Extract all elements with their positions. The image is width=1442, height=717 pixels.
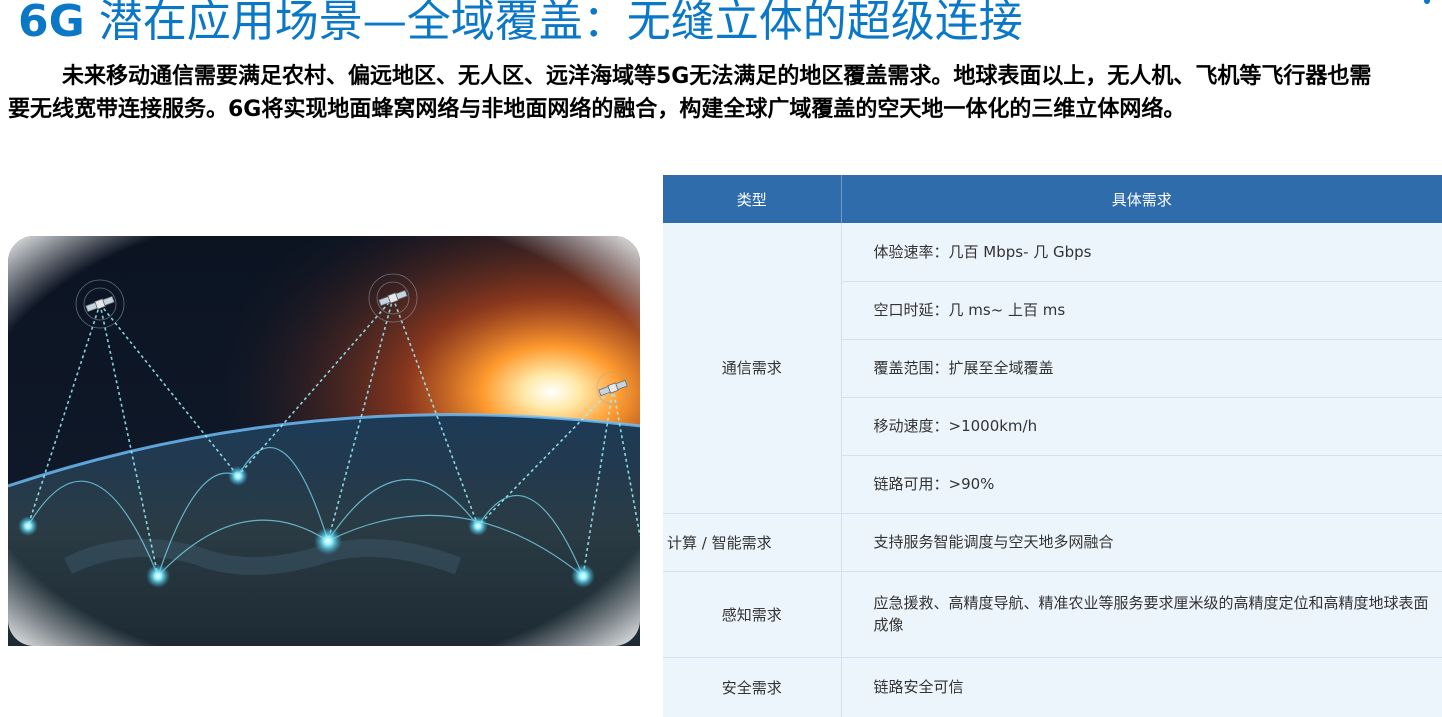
requirement-cell: 链路安全可信 bbox=[841, 657, 1442, 717]
table-header-row: 类型 具体需求 bbox=[663, 175, 1442, 223]
satellite-earth-image bbox=[8, 236, 640, 646]
decorative-dot bbox=[1424, 0, 1430, 4]
table-row: 通信需求 体验速率：几百 Mbps- 几 Gbps bbox=[663, 223, 1442, 514]
table-row: 感知需求 应急援救、高精度导航、精准农业等服务要求厘米级的高精度定位和高精度地球… bbox=[663, 571, 1442, 658]
requirement-cell: 链路可用：>90% bbox=[841, 455, 1442, 514]
requirement-cell: 体验速率：几百 Mbps- 几 Gbps bbox=[841, 223, 1442, 282]
header-type: 类型 bbox=[663, 175, 842, 223]
requirements-table: 类型 具体需求 通信需求 体验速率：几百 Mbps- 几 Gbps 空口时延：几… bbox=[663, 175, 1442, 717]
type-computing-intelligence: 计算 / 智能需求 bbox=[663, 513, 842, 572]
requirement-cell: 移动速度：>1000km/h bbox=[841, 397, 1442, 456]
title-text: 潜在应用场景—全域覆盖：无缝立体的超级连接 bbox=[84, 0, 1023, 47]
header-requirements: 具体需求 bbox=[841, 175, 1442, 223]
satellite-network-illustration bbox=[8, 236, 640, 646]
page-title: 6G 潜在应用场景—全域覆盖：无缝立体的超级连接 bbox=[18, 0, 1023, 50]
type-communication: 通信需求 bbox=[663, 223, 842, 514]
type-sensing: 感知需求 bbox=[663, 571, 842, 658]
table-row: 计算 / 智能需求 支持服务智能调度与空天地多网融合 bbox=[663, 513, 1442, 572]
requirement-cell: 覆盖范围：扩展至全域覆盖 bbox=[841, 339, 1442, 398]
intro-paragraph: 未来移动通信需要满足农村、偏远地区、无人区、远洋海域等5G无法满足的地区覆盖需求… bbox=[8, 64, 1372, 122]
requirement-cell: 应急援救、高精度导航、精准农业等服务要求厘米级的高精度定位和高精度地球表面成像 bbox=[841, 571, 1442, 658]
table-row: 安全需求 链路安全可信 bbox=[663, 657, 1442, 717]
title-prefix: 6G bbox=[18, 0, 85, 47]
type-security: 安全需求 bbox=[663, 657, 842, 717]
requirement-cell: 支持服务智能调度与空天地多网融合 bbox=[841, 513, 1442, 572]
requirement-cell: 空口时延：几 ms~ 上百 ms bbox=[841, 281, 1442, 340]
